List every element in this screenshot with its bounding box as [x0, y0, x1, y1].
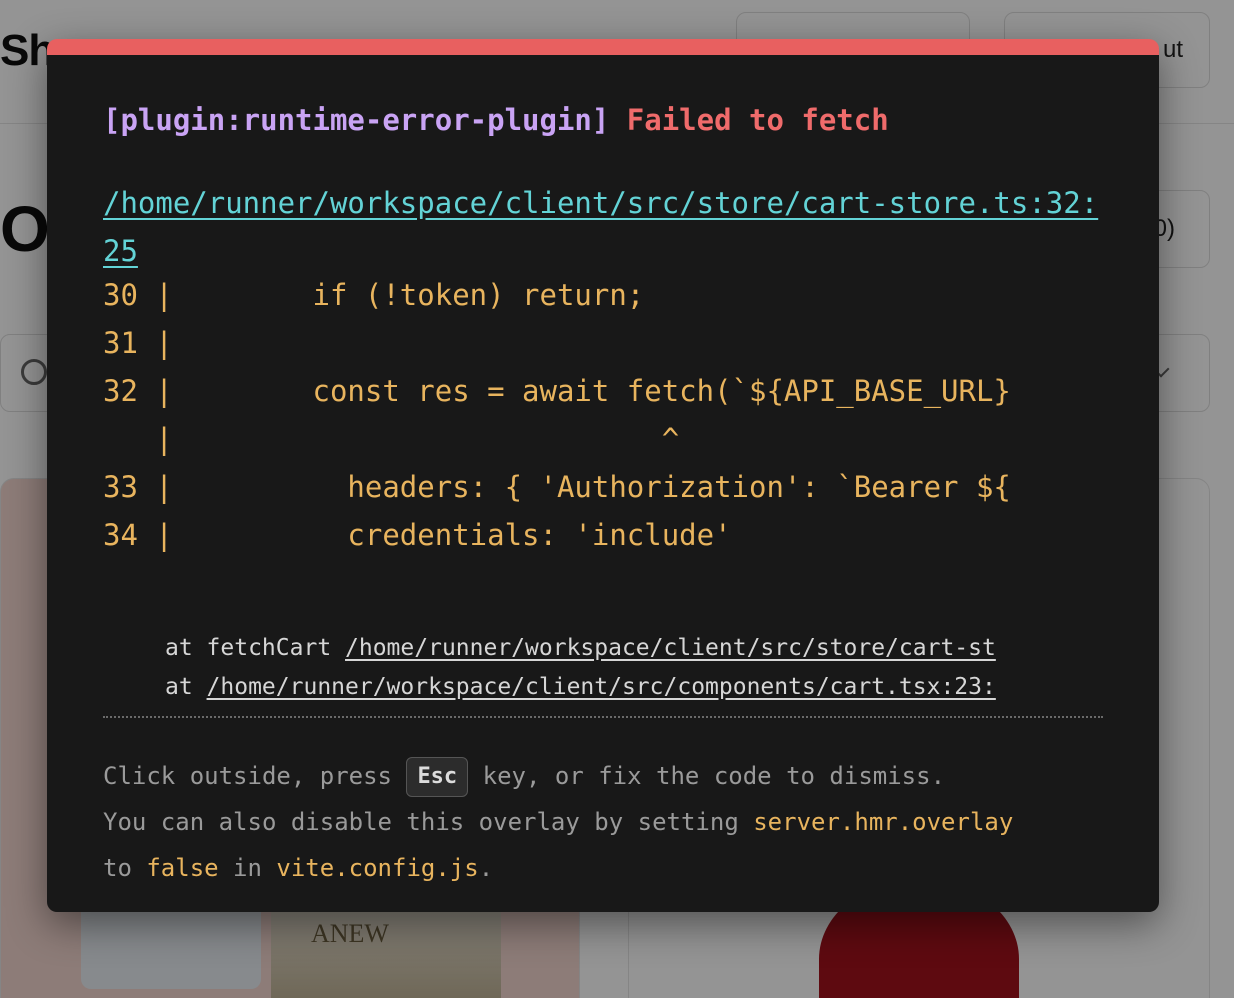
- config-file: vite.config.js: [276, 854, 479, 882]
- code-line: 33 | headers: { 'Authorization': `Bearer…: [103, 470, 1011, 504]
- stack-file-link[interactable]: /home/runner/workspace/client/src/store/…: [345, 635, 996, 661]
- tip-text: .: [478, 854, 494, 882]
- tip-text: You can also disable this overlay by set…: [103, 808, 754, 836]
- tip-line: to false in vite.config.js.: [103, 845, 1103, 891]
- stack-line: at /home/runner/workspace/client/src/com…: [165, 668, 1103, 707]
- code-line-pointer: | ^: [103, 422, 680, 456]
- tip-line: You can also disable this overlay by set…: [103, 799, 1103, 845]
- code-line: 34 | credentials: 'include': [103, 518, 732, 552]
- tip-text: to: [103, 854, 147, 882]
- code-frame: 30 | if (!token) return; 31 | 32 | const…: [103, 271, 1103, 559]
- stack-prefix: at: [165, 674, 207, 700]
- stack-prefix: at fetchCart: [165, 635, 346, 661]
- tip-text: key, or fix the code to dismiss.: [468, 762, 946, 790]
- stack-line: at fetchCart /home/runner/workspace/clie…: [165, 629, 1103, 668]
- error-file-link[interactable]: /home/runner/workspace/client/src/store/…: [103, 179, 1103, 275]
- error-overlay: [plugin:runtime-error-plugin] Failed to …: [47, 39, 1159, 912]
- dismiss-tip: Click outside, press Esc key, or fix the…: [103, 753, 1103, 891]
- code-line: 32 | const res = await fetch(`${API_BASE…: [103, 374, 1011, 408]
- error-message: Failed to fetch: [626, 103, 889, 137]
- error-title: [plugin:runtime-error-plugin] Failed to …: [103, 100, 889, 140]
- stack-trace: at fetchCart /home/runner/workspace/clie…: [165, 629, 1103, 707]
- divider: [103, 716, 1103, 718]
- code-line: 31 |: [103, 326, 173, 360]
- setting-name: server.hmr.overlay: [753, 808, 1014, 836]
- tip-text: Click outside, press: [103, 762, 407, 790]
- stack-file-link[interactable]: /home/runner/workspace/client/src/compon…: [207, 674, 996, 700]
- tip-line: Click outside, press Esc key, or fix the…: [103, 753, 1103, 799]
- tip-text: in: [218, 854, 277, 882]
- plugin-name: [plugin:runtime-error-plugin]: [103, 103, 610, 137]
- code-line: 30 | if (!token) return;: [103, 278, 645, 312]
- setting-value: false: [146, 854, 219, 882]
- esc-key: Esc: [406, 757, 469, 797]
